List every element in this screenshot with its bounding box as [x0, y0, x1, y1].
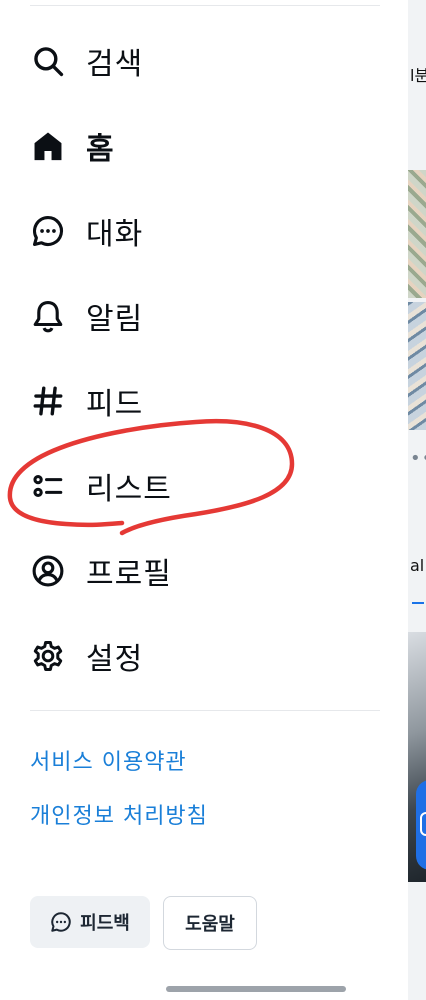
nav-item-label: 검색: [86, 47, 144, 82]
user-circle-icon: [30, 553, 66, 589]
background-link-underline: [412, 602, 424, 604]
background-feed-strip: l분 ••• al: [408, 0, 426, 1000]
background-text: l분: [410, 66, 426, 85]
divider: [30, 5, 380, 6]
feedback-button-label: 피드백: [80, 913, 130, 934]
gear-icon: [30, 638, 66, 674]
background-more-dots: •••: [410, 448, 426, 469]
search-icon: [30, 43, 66, 79]
nav-item-label: 피드: [86, 387, 144, 422]
nav-item-label: 설정: [86, 642, 144, 677]
nav-item-feeds[interactable]: 피드: [30, 373, 370, 429]
background-image: [408, 302, 426, 430]
nav-item-label: 대화: [86, 217, 144, 252]
chat-bubble-icon: [51, 912, 71, 932]
nav-item-label: 프로필: [86, 557, 172, 592]
nav-item-label: 알림: [86, 302, 144, 337]
terms-of-service-link[interactable]: 서비스 이용약관: [30, 744, 187, 776]
nav-item-home[interactable]: 홈: [30, 118, 370, 174]
nav-item-notifications[interactable]: 알림: [30, 288, 370, 344]
home-icon: [30, 128, 66, 164]
divider: [30, 710, 380, 711]
nav-item-lists[interactable]: 리스트: [30, 458, 370, 514]
home-indicator: [166, 986, 346, 992]
nav-item-profile[interactable]: 프로필: [30, 543, 370, 599]
help-button-label: 도움말: [185, 914, 235, 935]
hashtag-icon: [30, 383, 66, 419]
nav-item-label: 홈: [86, 132, 115, 167]
feedback-button[interactable]: 피드백: [30, 896, 150, 948]
help-button[interactable]: 도움말: [163, 896, 257, 950]
privacy-policy-link[interactable]: 개인정보 처리방침: [30, 798, 208, 830]
nav-item-search[interactable]: 검색: [30, 33, 370, 89]
nav-item-chat[interactable]: 대화: [30, 203, 370, 259]
background-button-icon: [420, 812, 426, 836]
background-image: [408, 170, 426, 298]
chat-bubble-icon: [30, 213, 66, 249]
bell-icon: [30, 298, 66, 334]
nav-item-settings[interactable]: 설정: [30, 628, 370, 684]
background-text: al: [410, 556, 425, 575]
nav-item-label: 리스트: [86, 472, 172, 507]
list-icon: [30, 468, 66, 504]
